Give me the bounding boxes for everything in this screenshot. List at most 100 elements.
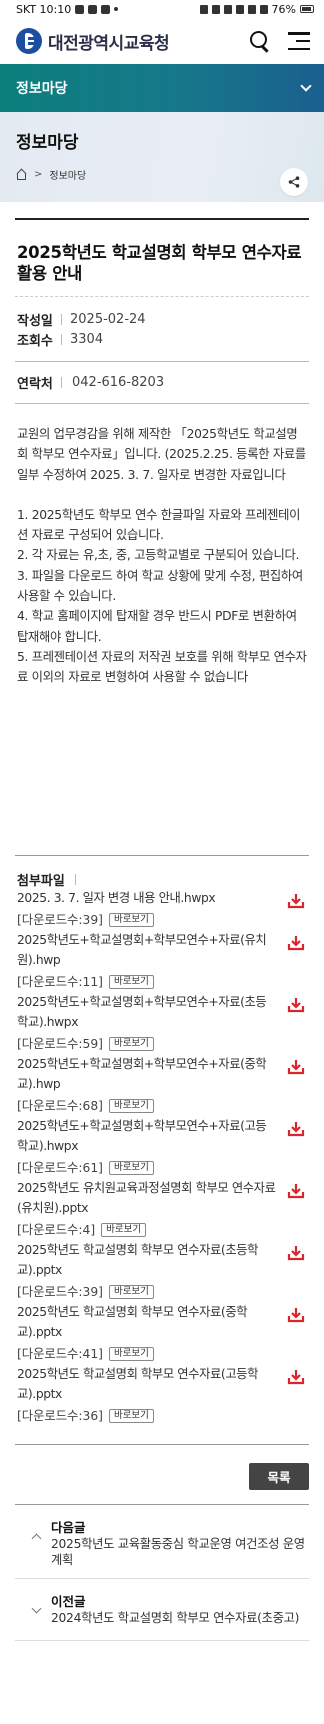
attachment-item: 2025학년도 학교설명회 학부모 연수자료(초등학교).pptx [다운로드수:… xyxy=(17,1240,307,1302)
prev-post-label: 이전글 xyxy=(51,1593,86,1609)
attachment-filename[interactable]: 2025학년도 학교설명회 학부모 연수자료(중학교).pptx xyxy=(17,1302,277,1343)
chat-icon xyxy=(101,4,111,14)
download-count: [다운로드수:39] xyxy=(17,1284,103,1299)
meta-date: 작성일 2025-02-24 xyxy=(17,309,307,329)
download-icon[interactable] xyxy=(287,1059,305,1075)
download-icon[interactable] xyxy=(287,1369,305,1385)
view-button[interactable]: 바로보기 xyxy=(108,1408,154,1423)
download-count: [다운로드수:68] xyxy=(17,1098,103,1113)
body-point: 4. 학교 홈페이지에 탑재할 경우 반드시 PDF로 변환하여 탑재해야 합니… xyxy=(17,609,297,644)
attachment-item: 2025학년도+학교설명회+학부모연수+자료(초등학교).hwpx [다운로드수:… xyxy=(17,992,307,1054)
download-icon[interactable] xyxy=(287,1121,305,1137)
meta-views-value: 3304 xyxy=(70,331,104,347)
location-icon xyxy=(235,4,244,14)
attachment-meta: [다운로드수:61] 바로보기 xyxy=(17,1158,277,1178)
menu-icon[interactable] xyxy=(288,32,310,50)
next-post[interactable]: 다음글 2025학년도 교육활동중심 학교운영 여건조성 운영계획 xyxy=(15,1505,309,1579)
download-icon[interactable] xyxy=(287,997,305,1013)
article-body: 교원의 업무경감을 위해 제작한 「2025학년도 학교설명회 학부모 연수자료… xyxy=(15,404,309,856)
post-navigation: 다음글 2025학년도 교육활동중심 학교운영 여건조성 운영계획 이전글 20… xyxy=(15,1503,309,1641)
chevron-down-icon xyxy=(300,80,312,92)
breadcrumb-item[interactable]: 정보마당 xyxy=(49,167,86,182)
download-icon[interactable] xyxy=(287,935,305,951)
contact-value: 042-616-8203 xyxy=(72,375,165,390)
search-icon[interactable] xyxy=(250,31,270,51)
attachment-meta: [다운로드수:11] 바로보기 xyxy=(17,972,277,992)
share-icon xyxy=(288,176,300,188)
attachment-filename[interactable]: 2025학년도 유치원교육과정설명회 학부모 연수자료(유치원).pptx xyxy=(17,1178,277,1219)
attachment-item: 2025학년도+학교설명회+학부모연수+자료(중학교).hwp [다운로드수:68… xyxy=(17,1054,307,1116)
list-row: 목록 xyxy=(15,1443,309,1490)
next-post-label: 다음글 xyxy=(51,1519,86,1535)
status-time: SKT 10:10 xyxy=(16,2,72,16)
status-bar: SKT 10:10 76% xyxy=(0,0,324,18)
view-button[interactable]: 바로보기 xyxy=(101,1222,147,1237)
breadcrumb: > 정보마당 xyxy=(16,167,308,182)
list-button[interactable]: 목록 xyxy=(249,1462,309,1490)
view-button[interactable]: 바로보기 xyxy=(108,1160,154,1175)
download-count: [다운로드수:41] xyxy=(17,1346,103,1361)
view-button[interactable]: 바로보기 xyxy=(108,1098,154,1113)
attachments: 첨부파일 2025. 3. 7. 일자 변경 내용 안내.hwpx [다운로드수:… xyxy=(15,856,309,1426)
view-button[interactable]: 바로보기 xyxy=(108,1036,154,1051)
attachment-filename[interactable]: 2025학년도 학교설명회 학부모 연수자료(초등학교).pptx xyxy=(17,1240,277,1281)
mute-icon xyxy=(223,4,232,14)
view-button[interactable]: 바로보기 xyxy=(108,1346,154,1361)
attachments-label: 첨부파일 xyxy=(17,873,65,889)
attachment-filename[interactable]: 2025. 3. 7. 일자 변경 내용 안내.hwpx xyxy=(17,888,277,909)
signal-icon xyxy=(259,4,268,14)
home-icon[interactable] xyxy=(16,170,27,180)
logo-text: 대전광역시교육청 xyxy=(48,33,170,54)
download-count: [다운로드수:4] xyxy=(17,1222,96,1237)
view-button[interactable]: 바로보기 xyxy=(108,974,154,989)
download-count: [다운로드수:11] xyxy=(17,974,103,989)
attachment-list: 2025. 3. 7. 일자 변경 내용 안내.hwpx [다운로드수:39] 바로… xyxy=(17,888,307,1426)
download-icon[interactable] xyxy=(287,1307,305,1323)
body-point: 1. 2025학년도 학부모 연수 한글파일 자료와 프레젠테이션 자료로 구성… xyxy=(17,507,301,543)
attachment-filename[interactable]: 2025학년도 학교설명회 학부모 연수자료(고등학교).pptx xyxy=(17,1364,277,1405)
attachment-meta: [다운로드수:4] 바로보기 xyxy=(17,1220,277,1240)
attachment-meta: [다운로드수:36] 바로보기 xyxy=(17,1406,277,1426)
download-icon[interactable] xyxy=(287,893,305,909)
download-count: [다운로드수:59] xyxy=(17,1036,103,1051)
view-button[interactable]: 바로보기 xyxy=(108,1284,154,1299)
view-button[interactable]: 바로보기 xyxy=(108,912,154,927)
attachment-meta: [다운로드수:59] 바로보기 xyxy=(17,1034,277,1054)
body-point: 2. 각 자료는 유,초, 중, 고등학교별로 구분되어 있습니다. xyxy=(17,548,300,563)
attachment-item: 2025. 3. 7. 일자 변경 내용 안내.hwpx [다운로드수:39] 바로… xyxy=(17,888,307,930)
content: 2025학년도 학교설명회 학부모 연수자료 활용 안내 작성일 2025-02… xyxy=(0,218,324,1641)
meta-date-label: 작성일 xyxy=(17,313,53,329)
section-dropdown-label: 정보마당 xyxy=(16,81,68,97)
alarm-icon xyxy=(211,4,220,14)
page-head: 정보마당 > 정보마당 xyxy=(0,112,324,202)
attachment-filename[interactable]: 2025학년도+학교설명회+학부모연수+자료(유치원).hwp xyxy=(17,930,277,971)
chevron-down-icon xyxy=(31,1603,42,1613)
breadcrumb-separator: > xyxy=(34,169,43,180)
site-header: 대전광역시교육청 xyxy=(0,18,324,64)
notification-icon xyxy=(75,4,85,14)
section-dropdown[interactable]: 정보마당 xyxy=(0,64,324,112)
prev-post-title[interactable]: 2024학년도 학교설명회 학부모 연수자료(초중고) xyxy=(51,1610,309,1626)
site-logo[interactable]: 대전광역시교육청 xyxy=(16,28,170,54)
contact-label: 연락처 xyxy=(17,377,53,392)
download-icon[interactable] xyxy=(287,1183,305,1199)
attachment-meta: [다운로드수:68] 바로보기 xyxy=(17,1096,277,1116)
attachment-filename[interactable]: 2025학년도+학교설명회+학부모연수+자료(고등학교).hwpx xyxy=(17,1116,277,1157)
attachment-item: 2025학년도+학교설명회+학부모연수+자료(고등학교).hwpx [다운로드수:… xyxy=(17,1116,307,1178)
message-icon xyxy=(88,4,98,14)
attachment-item: 2025학년도 학교설명회 학부모 연수자료(고등학교).pptx [다운로드수:… xyxy=(17,1364,307,1426)
attachment-filename[interactable]: 2025학년도+학교설명회+학부모연수+자료(중학교).hwp xyxy=(17,1054,277,1095)
attachment-meta: [다운로드수:39] 바로보기 xyxy=(17,910,277,930)
share-button[interactable] xyxy=(280,168,308,196)
article: 2025학년도 학교설명회 학부모 연수자료 활용 안내 작성일 2025-02… xyxy=(15,218,309,1641)
attachment-filename[interactable]: 2025학년도+학교설명회+학부모연수+자료(초등학교).hwpx xyxy=(17,992,277,1033)
download-icon[interactable] xyxy=(287,1245,305,1261)
meta-views-label: 조회수 xyxy=(17,333,53,349)
attachment-item: 2025학년도 유치원교육과정설명회 학부모 연수자료(유치원).pptx [다운… xyxy=(17,1178,307,1240)
next-post-title[interactable]: 2025학년도 교육활동중심 학교운영 여건조성 운영계획 xyxy=(51,1536,309,1568)
download-count: [다운로드수:36] xyxy=(17,1408,103,1423)
meta-views: 조회수 3304 xyxy=(17,329,307,349)
body-point: 5. 프레젠테이션 자료의 저작권 보호를 위해 학부모 연수자료 이외의 자료… xyxy=(17,649,307,685)
battery-percent: 76% xyxy=(271,2,296,16)
prev-post[interactable]: 이전글 2024학년도 학교설명회 학부모 연수자료(초중고) xyxy=(15,1579,309,1641)
